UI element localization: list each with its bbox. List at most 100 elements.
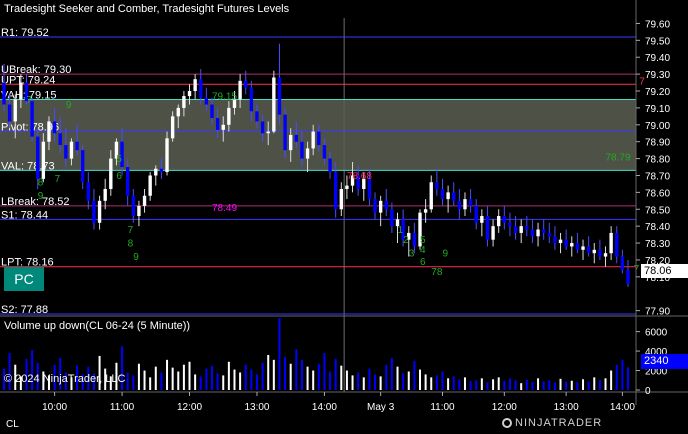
volume-bar	[390, 357, 393, 390]
candle-body	[575, 243, 580, 250]
annotation-label: 7	[634, 264, 640, 275]
volume-bar	[497, 377, 500, 390]
price-tick-label: 77.90	[645, 307, 670, 318]
candle-body	[260, 121, 265, 134]
volume-bar	[548, 380, 551, 390]
candle-body	[541, 229, 546, 233]
annotation-label: 5	[116, 154, 122, 165]
candle-body	[7, 104, 12, 122]
candle-body	[148, 175, 152, 196]
candle-body	[294, 134, 299, 142]
candle-body	[305, 148, 310, 159]
candle-body	[474, 205, 478, 223]
time-tick-label: 12:00	[177, 402, 202, 413]
candle-body	[69, 141, 74, 159]
candle-body	[193, 79, 197, 92]
volume-bar	[413, 360, 416, 390]
annotation-label: 78.79	[606, 152, 631, 163]
candle-body	[440, 188, 445, 200]
annotation-label: 9	[66, 100, 72, 111]
annotation-label: 78.49	[212, 203, 237, 214]
candle-body	[457, 200, 462, 210]
volume-bar	[469, 381, 472, 390]
volume-bar	[503, 380, 506, 390]
candle-body	[553, 236, 557, 244]
time-tick-label: 13:00	[554, 402, 579, 413]
ninjatrader-logo: NINJATRADER	[502, 417, 602, 429]
candle-body	[137, 205, 141, 217]
candle-body	[547, 232, 551, 237]
volume-title: Volume up down(CL 06-24 (5 Minute))	[4, 320, 190, 332]
time-tick-label: May 3	[367, 402, 395, 413]
time-tick-label: 13:00	[244, 402, 269, 413]
time-tick-label: 14:00	[610, 402, 635, 413]
candle-body	[626, 270, 630, 284]
volume-bar	[587, 381, 590, 390]
volume-bar	[396, 366, 399, 390]
candle-body	[272, 77, 276, 132]
annotation-label: 9	[133, 252, 139, 263]
candle-body	[609, 232, 613, 254]
candle-body	[97, 200, 102, 223]
candle-body	[154, 168, 158, 176]
volume-bar	[525, 379, 528, 390]
candle-body	[86, 182, 91, 201]
volume-bar	[227, 361, 230, 390]
candle-body	[187, 91, 192, 97]
volume-bar	[565, 381, 568, 390]
candle-body	[47, 121, 51, 142]
candle-body	[58, 133, 62, 146]
volume-bar	[312, 370, 315, 390]
annotation-label: 9	[442, 249, 448, 260]
volume-bar	[306, 366, 309, 390]
candle-body	[52, 121, 57, 134]
volume-bar	[598, 380, 601, 390]
candle-body	[502, 216, 507, 223]
volume-bar	[357, 372, 360, 390]
volume-bar	[475, 380, 478, 390]
candle-body	[300, 141, 304, 159]
time-tick-label: 11:00	[430, 402, 455, 413]
volume-tick-label: 6000	[645, 328, 668, 339]
candle-body	[165, 138, 169, 173]
volume-bar	[452, 376, 455, 390]
candle-body	[468, 199, 473, 206]
volume-bar	[284, 356, 287, 390]
volume-bar	[239, 372, 242, 390]
volume-bar	[430, 377, 433, 390]
volume-bar	[615, 364, 618, 390]
volume-bar	[244, 364, 247, 390]
volume-bar	[402, 373, 405, 390]
price-tick-label: 78.40	[645, 222, 670, 233]
volume-bar	[267, 354, 270, 390]
candle-body	[558, 239, 563, 244]
candle-body	[485, 216, 490, 240]
pc-button[interactable]: PC	[4, 267, 44, 291]
current-price-tag: 78.06	[641, 264, 688, 278]
candle-body	[491, 226, 495, 240]
candle-body	[378, 200, 383, 213]
level-label: S2: 77.88	[1, 304, 48, 316]
candle-body	[142, 195, 147, 206]
annotation-label: 5	[420, 235, 426, 246]
candle-body	[435, 182, 439, 189]
candle-body	[390, 209, 394, 227]
annotation-label: 9	[38, 191, 44, 202]
volume-bar	[537, 378, 540, 390]
candle-body	[204, 97, 209, 105]
volume-bar	[222, 375, 225, 390]
price-tick-label: 78.50	[645, 205, 670, 216]
candle-body	[210, 104, 214, 119]
volume-bar	[424, 374, 427, 390]
price-tick-label: 78.80	[645, 155, 670, 166]
price-tick-label: 79.60	[645, 19, 670, 30]
candle-body	[125, 167, 130, 196]
candle-body	[221, 124, 225, 130]
candle-body	[170, 116, 175, 139]
candle-body	[598, 249, 602, 257]
corner-label: CL	[6, 419, 19, 430]
time-tick-label: 11:00	[110, 402, 135, 413]
volume-bar	[508, 378, 511, 390]
volume-bar	[480, 378, 483, 390]
annotation-label: 8	[128, 238, 134, 249]
